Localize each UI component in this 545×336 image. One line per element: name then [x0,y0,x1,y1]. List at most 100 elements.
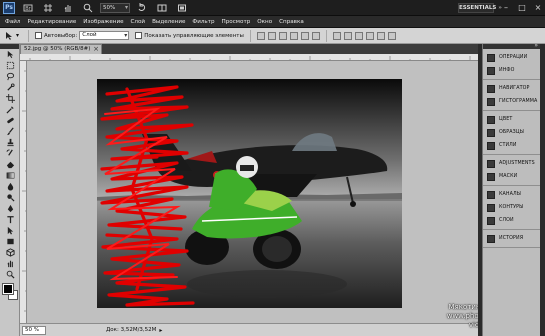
arrange-documents-button[interactable] [154,2,170,14]
info-icon [487,66,495,75]
clone-stamp-tool[interactable] [0,137,20,148]
tool-preset-picker[interactable]: ▾ [4,30,22,42]
align-hcenter-icon[interactable] [300,31,309,40]
distribute-top-icon[interactable] [332,31,341,40]
distribute-left-icon[interactable] [365,31,374,40]
launch-bridge-button[interactable]: Br [20,2,36,14]
align-vcenter-icon[interactable] [267,31,276,40]
panel-dock-grip[interactable] [483,42,540,49]
screen-mode-button[interactable] [174,2,190,14]
zoom-tool-button[interactable] [80,2,96,14]
type-icon [6,216,14,224]
close-button[interactable]: × [533,3,543,13]
blur-tool[interactable] [0,181,20,192]
distribute-hcenter-icon[interactable] [376,31,385,40]
menu-layer[interactable]: Слой [131,16,146,28]
divider [28,29,29,42]
eraser-tool[interactable] [0,159,20,170]
gradient-tool[interactable] [0,170,20,181]
panel-actions[interactable]: ОПЕРАЦИИ [483,51,540,64]
navigator-icon [487,84,495,93]
horizontal-ruler[interactable] [20,54,478,61]
zoom-level-select[interactable]: 50% [100,3,130,13]
move-tool-icon [6,31,12,40]
panel-paths[interactable]: КОНТУРЫ [483,201,540,214]
distribute-buttons [332,31,396,40]
dodge-tool[interactable] [0,192,20,203]
path-select-tool[interactable] [0,225,20,236]
shape-tool[interactable] [0,236,20,247]
view-extras-button[interactable] [40,2,56,14]
panel-color[interactable]: ЦВЕТ [483,113,540,126]
menu-edit[interactable]: Редактирование [27,16,76,28]
distribute-bottom-icon[interactable] [354,31,363,40]
menu-window[interactable]: Окно [257,16,272,28]
panel-layers[interactable]: СЛОИ [483,214,540,227]
history-brush-tool[interactable] [0,148,20,159]
dodge-icon [6,194,15,202]
align-bottom-icon[interactable] [278,31,287,40]
marquee-icon [6,61,14,70]
distribute-vcenter-icon[interactable] [343,31,352,40]
panel-styles[interactable]: СТИЛИ [483,139,540,152]
hand-tool[interactable] [0,258,20,269]
menu-file[interactable]: Файл [5,16,20,28]
pen-tool[interactable] [0,203,20,214]
menu-bar: Файл Редактирование Изображение Слой Выд… [0,16,545,28]
panel-dock: ОПЕРАЦИИ ИНФО НАВИГАТОР ГИСТОГРАММА ЦВЕТ… [482,42,540,336]
crop-tool[interactable] [0,93,20,104]
panel-history[interactable]: ИСТОРИЯ [483,232,540,245]
3d-tool[interactable] [0,247,20,258]
document-size-info[interactable]: Док: 3,52M/3,52M [106,327,156,333]
ruler-ticks [22,70,26,312]
show-controls-checkbox[interactable] [135,32,143,39]
rotate-view-button[interactable] [134,2,150,14]
distribute-right-icon[interactable] [387,31,396,40]
panel-histogram[interactable]: ГИСТОГРАММА [483,95,540,108]
zoom-icon [6,270,15,279]
autoselect-option: Автовыбор: Слой [35,31,130,40]
eyedropper-tool[interactable] [0,104,20,115]
panel-adjustments[interactable]: ADJUSTMENTS [483,157,540,170]
autoselect-dropdown[interactable]: Слой [79,31,130,40]
menu-filter[interactable]: Фильтр [192,16,214,28]
align-left-icon[interactable] [289,31,298,40]
type-tool[interactable] [0,214,20,225]
move-tool[interactable] [0,49,20,60]
options-bar: ▾ Автовыбор: Слой Показать управляющие э… [0,28,545,44]
menu-image[interactable]: Изображение [83,16,123,28]
canvas-area[interactable] [27,61,478,323]
panel-swatches[interactable]: ОБРАЗЦЫ [483,126,540,139]
panel-group-actions: ОПЕРАЦИИ ИНФО [483,49,540,80]
hand-tool-button[interactable] [60,2,76,14]
panel-channels[interactable]: КАНАЛЫ [483,188,540,201]
workspace-switcher[interactable]: ESSENTIALS [458,3,496,13]
panel-info[interactable]: ИНФО [483,64,540,77]
application-bar: Ps Br 50% ESSENTIALS – □ × [0,0,545,16]
maximize-button[interactable]: □ [517,3,527,13]
menu-help[interactable]: Справка [279,16,304,28]
application-bar-tools: Br 50% [20,2,190,14]
foreground-color-swatch[interactable] [2,283,14,295]
menu-view[interactable]: Просмотр [222,16,251,28]
vertical-ruler[interactable] [20,61,27,323]
panel-masks[interactable]: МАСКИ [483,170,540,183]
history-icon [487,234,495,243]
document-image[interactable] [97,79,402,308]
zoom-tool[interactable] [0,269,20,280]
healing-tool[interactable] [0,115,20,126]
panel-group-adjustments: ADJUSTMENTS МАСКИ [483,155,540,186]
align-right-icon[interactable] [311,31,320,40]
document-tab[interactable]: 52.jpg @ 50% (RGB/8#) [20,44,102,54]
align-top-icon[interactable] [256,31,265,40]
autoselect-checkbox[interactable] [35,32,42,39]
lasso-tool[interactable] [0,71,20,82]
minimize-button[interactable]: – [501,3,511,13]
panel-navigator[interactable]: НАВИГАТОР [483,82,540,95]
quick-select-tool[interactable] [0,82,20,93]
status-menu-arrow[interactable]: ▸ [159,327,162,334]
marquee-tool[interactable] [0,60,20,71]
menu-select[interactable]: Выделение [152,16,185,28]
brush-tool[interactable] [0,126,20,137]
status-zoom-field[interactable]: 50 % [22,325,46,335]
